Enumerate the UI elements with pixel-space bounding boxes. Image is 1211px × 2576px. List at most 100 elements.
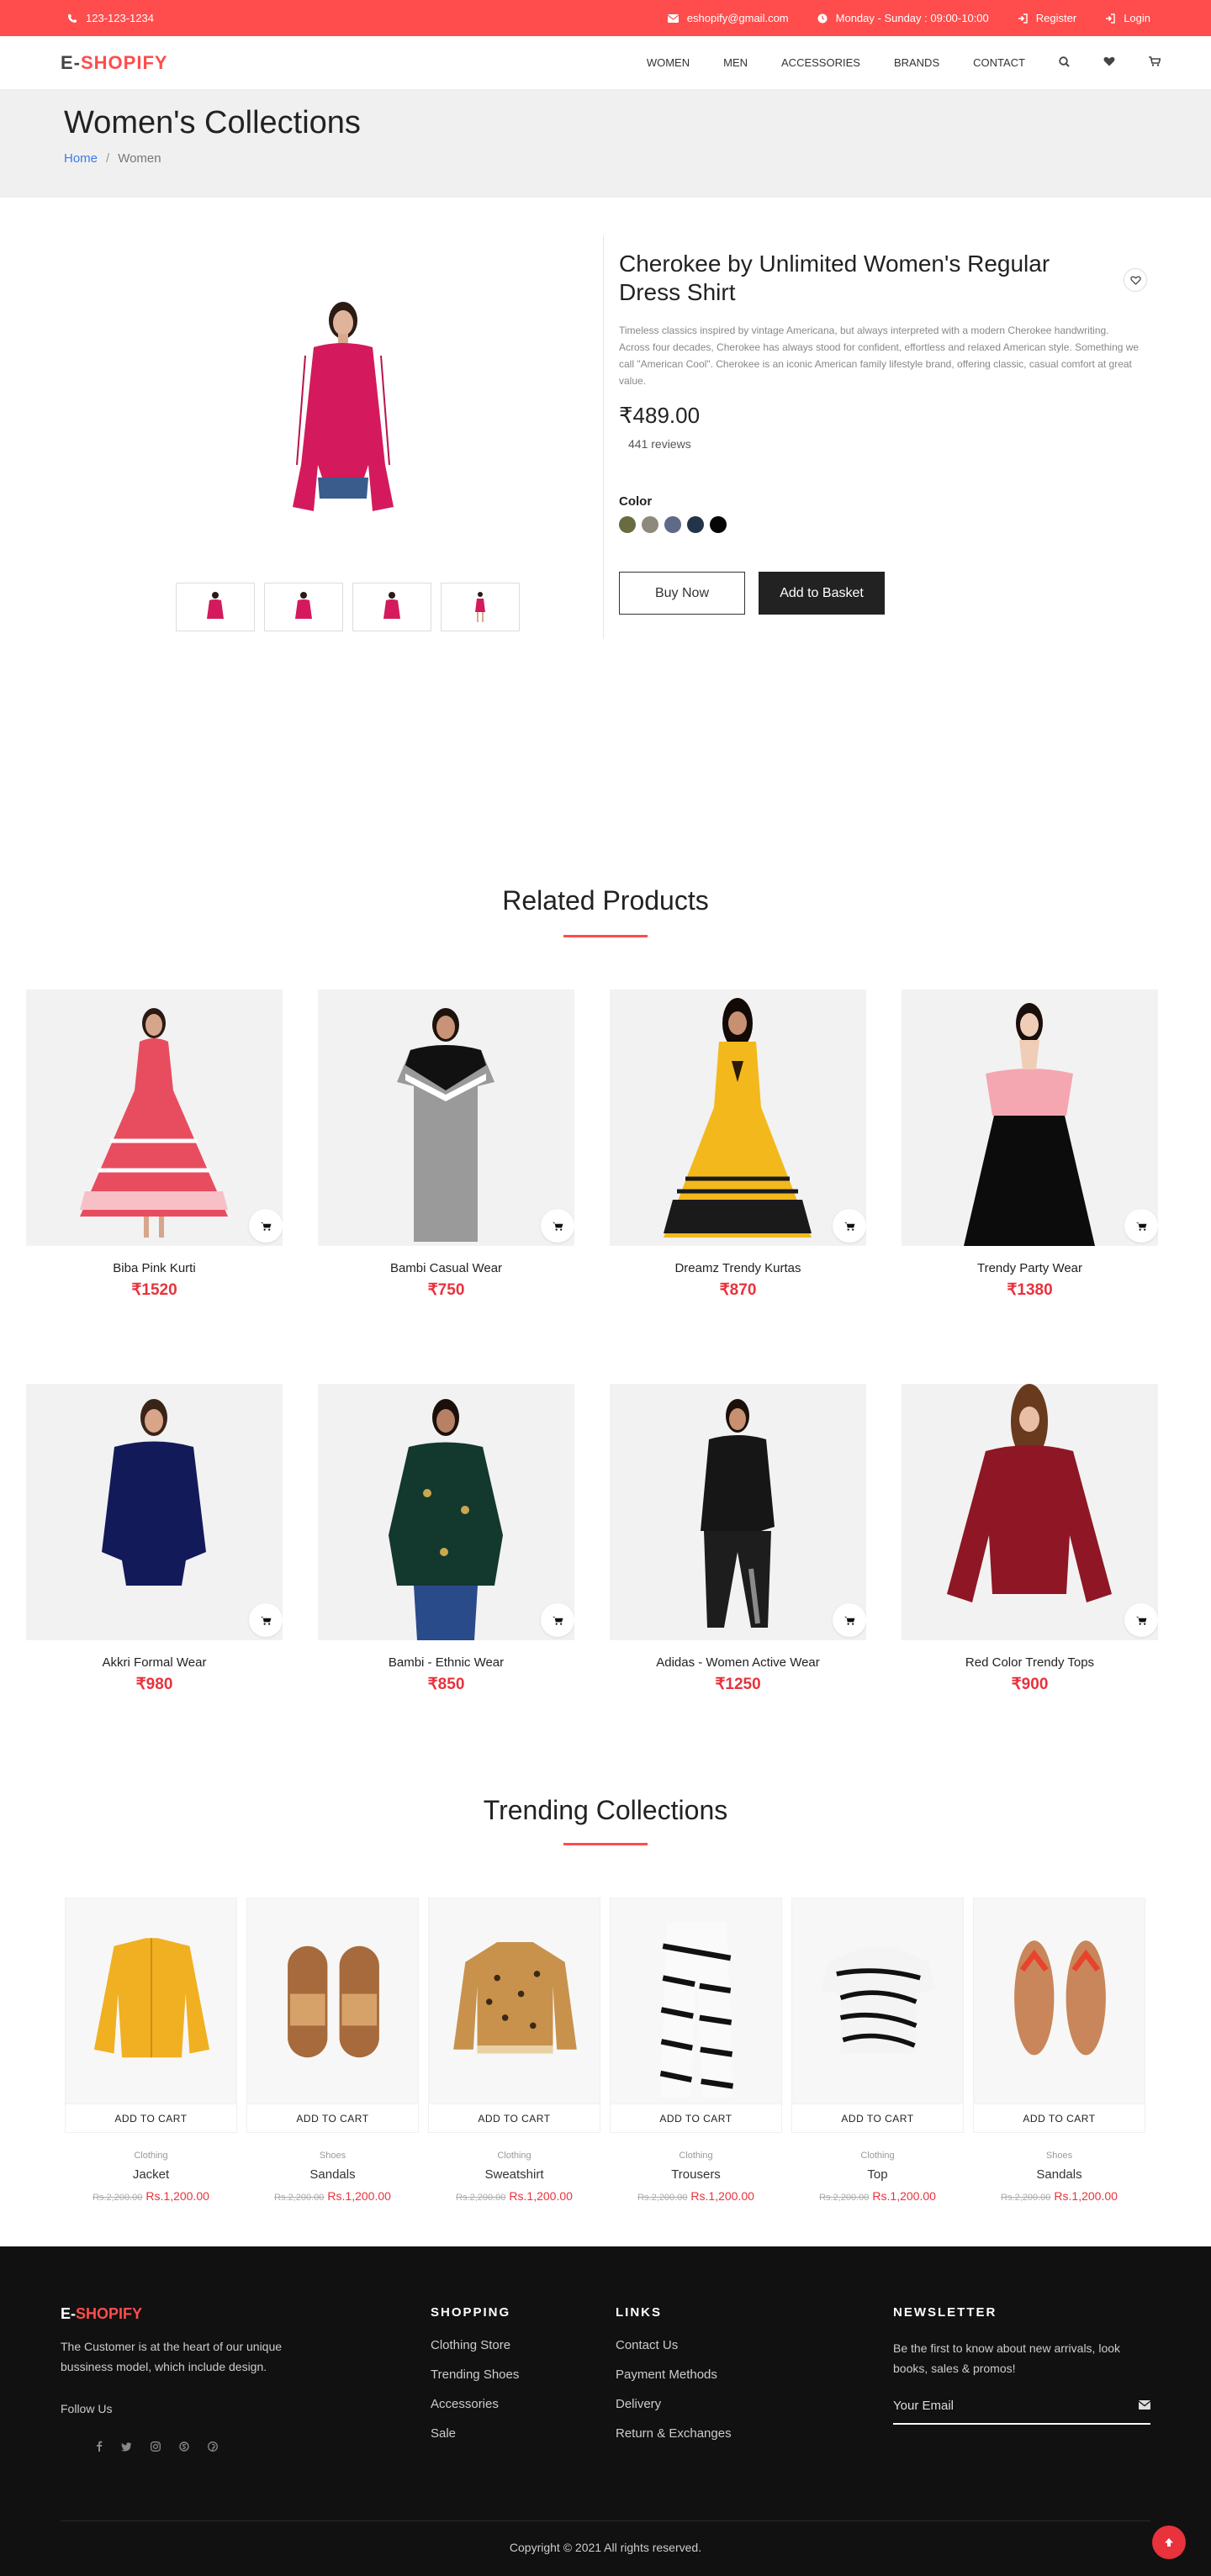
- footer-link[interactable]: Contact Us: [616, 2338, 732, 2352]
- contact-email[interactable]: eshopify@gmail.com: [687, 12, 789, 24]
- footer-link[interactable]: Trending Shoes: [431, 2367, 519, 2382]
- footer-logo[interactable]: E-SHOPIFY: [61, 2305, 330, 2323]
- color-swatch[interactable]: [664, 516, 681, 533]
- product-thumbnail[interactable]: [176, 583, 255, 631]
- product-name[interactable]: Red Color Trendy Tops: [902, 1655, 1158, 1670]
- trending-card[interactable]: ADD TO CART Shoes Sandals Rs.2,200.00 Rs.1,2…: [973, 1898, 1145, 2203]
- product-name[interactable]: Trousers: [610, 2167, 782, 2182]
- breadcrumb-home[interactable]: Home: [64, 151, 98, 166]
- buy-now-button[interactable]: Buy Now: [619, 572, 745, 615]
- product-image[interactable]: [610, 1384, 866, 1640]
- brand-logo[interactable]: E-SHOPIFY: [61, 52, 168, 74]
- add-to-cart-button[interactable]: [249, 1603, 283, 1637]
- register-link[interactable]: Register: [1036, 12, 1076, 24]
- product-card[interactable]: Red Color Trendy Tops ₹900: [902, 1384, 1158, 1694]
- nav-item-men[interactable]: MEN: [723, 56, 748, 69]
- add-to-cart-button[interactable]: ADD TO CART: [792, 2104, 963, 2132]
- pinterest-icon[interactable]: [208, 2441, 218, 2456]
- add-to-cart-button[interactable]: [833, 1209, 866, 1243]
- product-card[interactable]: Adidas - Women Active Wear ₹1250: [610, 1384, 866, 1694]
- product-name[interactable]: Bambi - Ethnic Wear: [318, 1655, 574, 1670]
- breadcrumb: Home / Women: [64, 151, 161, 166]
- shopping-cart-icon[interactable]: [1149, 56, 1161, 69]
- product-name[interactable]: Biba Pink Kurti: [26, 1261, 283, 1275]
- nav-item-women[interactable]: WOMEN: [647, 56, 690, 69]
- nav-item-brands[interactable]: BRANDS: [894, 56, 939, 69]
- color-swatch[interactable]: [642, 516, 658, 533]
- product-name[interactable]: Sandals: [246, 2167, 419, 2182]
- trending-card[interactable]: ADD TO CART Clothing Trousers Rs.2,200.00 Rs…: [610, 1898, 782, 2203]
- skype-icon[interactable]: [179, 2441, 189, 2456]
- product-card[interactable]: Bambi Casual Wear ₹750: [318, 990, 574, 1300]
- footer-link[interactable]: Clothing Store: [431, 2338, 519, 2352]
- login-link[interactable]: Login: [1124, 12, 1150, 24]
- back-to-top-button[interactable]: [1152, 2526, 1186, 2559]
- footer-link[interactable]: Return & Exchanges: [616, 2426, 732, 2441]
- product-image[interactable]: ADD TO CART: [973, 1898, 1145, 2133]
- add-to-cart-button[interactable]: ADD TO CART: [974, 2104, 1145, 2132]
- product-image[interactable]: ADD TO CART: [610, 1898, 782, 2133]
- product-image[interactable]: ADD TO CART: [791, 1898, 964, 2133]
- product-image[interactable]: [902, 990, 1158, 1246]
- footer-link[interactable]: Delivery: [616, 2397, 732, 2411]
- product-card[interactable]: Bambi - Ethnic Wear ₹850: [318, 1384, 574, 1694]
- product-image[interactable]: [318, 1384, 574, 1640]
- product-name[interactable]: Trendy Party Wear: [902, 1261, 1158, 1275]
- product-card[interactable]: Trendy Party Wear ₹1380: [902, 990, 1158, 1300]
- add-to-basket-button[interactable]: Add to Basket: [759, 572, 885, 615]
- heart-icon[interactable]: [1103, 56, 1115, 69]
- product-image[interactable]: ADD TO CART: [428, 1898, 600, 2133]
- trending-card[interactable]: ADD TO CART Clothing Jacket Rs.2,200.00 Rs.1…: [65, 1898, 237, 2203]
- product-thumbnail[interactable]: [441, 583, 520, 631]
- envelope-icon[interactable]: [1138, 2399, 1151, 2413]
- product-name[interactable]: Adidas - Women Active Wear: [610, 1655, 866, 1670]
- product-image[interactable]: ADD TO CART: [246, 1898, 419, 2133]
- nav-item-accessories[interactable]: ACCESSORIES: [781, 56, 860, 69]
- add-to-cart-button[interactable]: ADD TO CART: [66, 2104, 236, 2132]
- product-name[interactable]: Jacket: [65, 2167, 237, 2182]
- color-swatch[interactable]: [687, 516, 704, 533]
- color-swatch[interactable]: [619, 516, 636, 533]
- product-thumbnail[interactable]: [264, 583, 343, 631]
- product-image[interactable]: [902, 1384, 1158, 1640]
- twitter-icon[interactable]: [121, 2441, 132, 2456]
- trending-card[interactable]: ADD TO CART Clothing Top Rs.2,200.00 Rs.1,20…: [791, 1898, 964, 2203]
- product-card[interactable]: Akkri Formal Wear ₹980: [26, 1384, 283, 1694]
- add-to-cart-button[interactable]: [1124, 1209, 1158, 1243]
- review-count[interactable]: 441 reviews: [628, 437, 1140, 451]
- footer-link[interactable]: Accessories: [431, 2397, 519, 2411]
- product-name[interactable]: Dreamz Trendy Kurtas: [610, 1261, 866, 1275]
- trending-card[interactable]: ADD TO CART Shoes Sandals Rs.2,200.00 Rs.1,2…: [246, 1898, 419, 2203]
- product-image[interactable]: [26, 1384, 283, 1640]
- trending-card[interactable]: ADD TO CART Clothing Sweatshirt Rs.2,200.00…: [428, 1898, 600, 2203]
- product-name[interactable]: Top: [791, 2167, 964, 2182]
- add-to-cart-button[interactable]: ADD TO CART: [429, 2104, 600, 2132]
- newsletter-email-input[interactable]: Your Email: [893, 2399, 1151, 2425]
- add-to-cart-button[interactable]: [833, 1603, 866, 1637]
- product-image[interactable]: [318, 990, 574, 1246]
- add-to-cart-button[interactable]: ADD TO CART: [611, 2104, 781, 2132]
- add-to-cart-button[interactable]: ADD TO CART: [247, 2104, 418, 2132]
- add-to-cart-button[interactable]: [541, 1603, 574, 1637]
- instagram-icon[interactable]: [151, 2441, 161, 2456]
- add-to-cart-button[interactable]: [1124, 1603, 1158, 1637]
- add-to-cart-button[interactable]: [541, 1209, 574, 1243]
- product-card[interactable]: Biba Pink Kurti ₹1520: [26, 990, 283, 1300]
- footer-link[interactable]: Payment Methods: [616, 2367, 732, 2382]
- search-icon[interactable]: [1059, 55, 1070, 70]
- add-to-cart-button[interactable]: [249, 1209, 283, 1243]
- product-image[interactable]: [26, 990, 283, 1246]
- color-swatch[interactable]: [710, 516, 727, 533]
- facebook-icon[interactable]: [96, 2441, 103, 2456]
- footer-link[interactable]: Sale: [431, 2426, 519, 2441]
- nav-item-contact[interactable]: CONTACT: [973, 56, 1025, 69]
- product-name[interactable]: Akkri Formal Wear: [26, 1655, 283, 1670]
- product-card[interactable]: Dreamz Trendy Kurtas ₹870: [610, 990, 866, 1300]
- product-name[interactable]: Sandals: [973, 2167, 1145, 2182]
- product-name[interactable]: Sweatshirt: [428, 2167, 600, 2182]
- wishlist-button[interactable]: [1124, 268, 1147, 292]
- product-thumbnail[interactable]: [352, 583, 431, 631]
- product-image[interactable]: ADD TO CART: [65, 1898, 237, 2133]
- product-name[interactable]: Bambi Casual Wear: [318, 1261, 574, 1275]
- product-image[interactable]: [610, 990, 866, 1246]
